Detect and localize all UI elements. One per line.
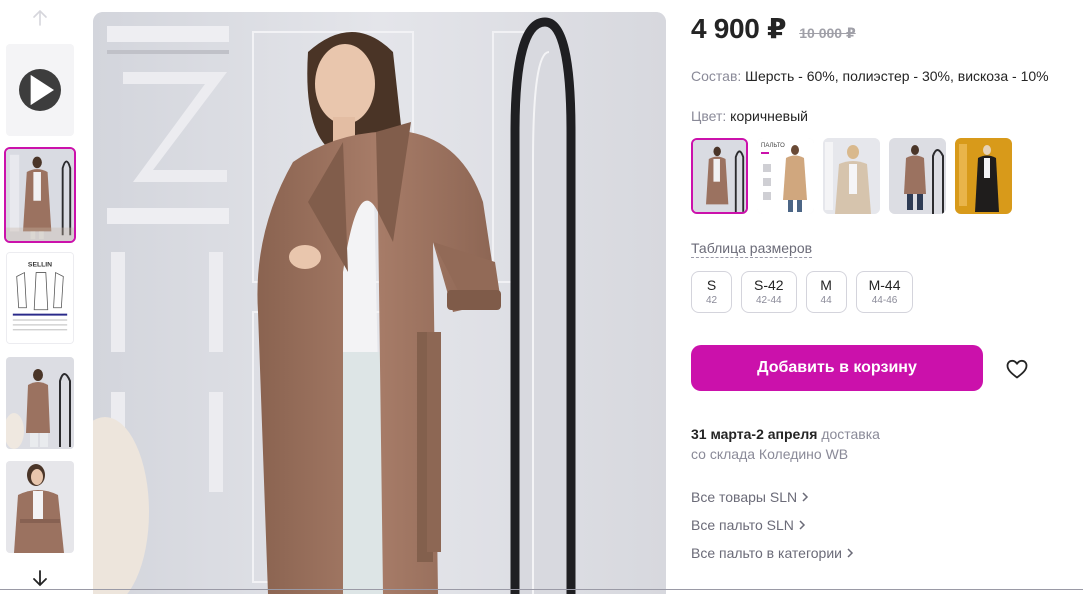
color-info: Цвет: коричневый xyxy=(691,108,808,124)
link-all-coats-category-label: Все пальто в категории xyxy=(691,545,842,561)
size-sub: 44-46 xyxy=(871,295,898,306)
color-swatch-brown-alt[interactable] xyxy=(889,138,946,214)
size-option[interactable]: S-42 42-44 xyxy=(741,271,797,313)
scroll-down-button[interactable] xyxy=(28,566,52,590)
chevron-right-icon xyxy=(799,520,805,530)
color-swatch-black[interactable] xyxy=(955,138,1012,214)
photo-thumbnail-1[interactable] xyxy=(4,147,76,243)
color-swatch-brown[interactable] xyxy=(691,138,748,214)
swatch-title-text: ПАЛЬТО xyxy=(761,143,785,149)
delivery-word: доставка xyxy=(821,426,880,442)
arrow-down-icon xyxy=(33,570,47,587)
play-icon xyxy=(19,69,61,111)
link-all-coats-category[interactable]: Все пальто в категории xyxy=(691,543,854,571)
delivery-info: 31 марта-2 апреля доставка со склада Кол… xyxy=(691,424,880,464)
size-label: M xyxy=(820,277,832,293)
size-sub: 44 xyxy=(820,295,832,306)
video-thumbnail[interactable] xyxy=(6,44,74,136)
svg-text:SELLIN: SELLIN xyxy=(28,262,52,269)
arrow-up-icon xyxy=(33,9,47,26)
current-price: 4 900 ₽ xyxy=(691,13,787,44)
photo-thumbnail-4[interactable] xyxy=(6,461,74,553)
favorite-button[interactable] xyxy=(1005,357,1029,381)
chevron-right-icon xyxy=(802,492,809,502)
color-value: коричневый xyxy=(730,108,808,124)
size-label: S-42 xyxy=(754,277,784,293)
color-label: Цвет: xyxy=(691,108,727,124)
size-sub: 42-44 xyxy=(756,295,782,306)
size-option[interactable]: M-44 44-46 xyxy=(855,271,914,313)
link-all-brand-label: Все товары SLN xyxy=(691,489,798,505)
scroll-up-button[interactable] xyxy=(28,6,52,30)
color-swatch-beige[interactable] xyxy=(823,138,880,214)
size-table-link[interactable]: Таблица размеров xyxy=(691,240,813,258)
link-all-coats-brand-label: Все пальто SLN xyxy=(691,517,794,533)
page-divider xyxy=(0,589,1083,590)
thumbnail-rail: SELLIN xyxy=(0,0,80,594)
size-option[interactable]: M 44 xyxy=(805,271,847,313)
link-all-coats-brand[interactable]: Все пальто SLN xyxy=(691,515,854,543)
photo-thumbnail-3[interactable] xyxy=(6,357,74,449)
delivery-dates: 31 марта-2 апреля xyxy=(691,426,818,442)
composition-label: Состав: xyxy=(691,68,742,84)
color-swatch-camel[interactable]: ПАЛЬТО xyxy=(757,138,814,214)
main-product-photo[interactable] xyxy=(93,12,666,594)
size-sub: 42 xyxy=(705,295,718,306)
size-option[interactable]: S 42 xyxy=(691,271,732,313)
delivery-warehouse: со склада Коледино WB xyxy=(691,446,849,462)
heart-icon xyxy=(1006,359,1028,379)
chevron-right-icon xyxy=(847,548,853,558)
composition: Состав: Шерсть - 60%, полиэстер - 30%, в… xyxy=(691,68,1049,84)
size-selector: S 42 S-42 42-44 M 44 M-44 44-46 xyxy=(691,271,914,313)
composition-value: Шерсть - 60%, полиэстер - 30%, вискоза -… xyxy=(745,68,1049,84)
price-row: 4 900 ₽ 10 000 ₽ xyxy=(691,12,856,45)
size-label: S xyxy=(706,277,717,293)
photo-thumbnail-2[interactable]: SELLIN xyxy=(6,252,74,344)
link-all-brand[interactable]: Все товары SLN xyxy=(691,487,854,515)
size-label: M-44 xyxy=(868,277,901,293)
catalog-links: Все товары SLN Все пальто SLN Все пальто… xyxy=(691,487,854,571)
color-swatches: ПАЛЬТО xyxy=(691,138,1012,214)
product-info: 4 900 ₽ 10 000 ₽ Состав: Шерсть - 60%, п… xyxy=(691,0,1083,594)
old-price: 10 000 ₽ xyxy=(799,25,856,41)
add-to-cart-button[interactable]: Добавить в корзину xyxy=(691,345,983,391)
